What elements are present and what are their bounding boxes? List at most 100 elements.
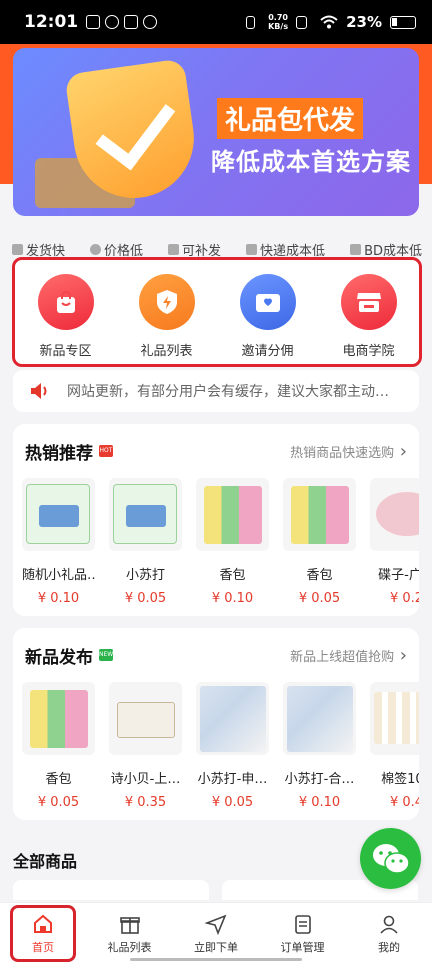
- tab-order-management[interactable]: 订单管理: [262, 903, 344, 964]
- notice-text: 网站更新，有部分用户会有缓存，建议大家都主动…: [67, 384, 389, 400]
- product-image: [22, 682, 95, 755]
- product-price: ¥ 0.10: [211, 591, 254, 606]
- wechat-icon: [372, 843, 410, 874]
- tab-order-now[interactable]: 立即下单: [175, 903, 257, 964]
- new-section-title: 新品发布: [25, 647, 93, 668]
- banner-subtitle: 降低成本首选方案: [211, 148, 411, 176]
- product-name: 随机小礼品…: [22, 568, 95, 583]
- all-products-title: 全部商品: [13, 852, 78, 871]
- quick-nav-label: 礼品列表: [140, 344, 193, 359]
- wechat-float-button[interactable]: [360, 828, 421, 889]
- notice-bar[interactable]: 网站更新，有部分用户会有缓存，建议大家都主动…: [13, 370, 419, 412]
- envelope-heart-icon: [239, 274, 296, 330]
- wechat-notification-icon: [105, 15, 120, 29]
- no-sim-icon: [296, 15, 308, 29]
- vibrate-icon: [246, 15, 256, 29]
- hot-section: 热销推荐 HOT 热销商品快速选购 随机小礼品… ¥ 0.10 小苏打 ¥ 0.…: [13, 424, 419, 616]
- product-card[interactable]: 香包 ¥ 0.10: [196, 478, 269, 606]
- product-price: ¥ 0.05: [298, 591, 341, 606]
- product-card[interactable]: 随机小礼品… ¥ 0.10: [22, 478, 95, 606]
- product-name: 棉签100: [381, 772, 419, 787]
- product-card[interactable]: 香包 ¥ 0.05: [283, 478, 356, 606]
- quick-nav-label: 新品专区: [39, 344, 92, 359]
- store-icon: [340, 274, 397, 330]
- rocket-icon: [246, 244, 258, 255]
- send-icon: [205, 914, 227, 935]
- new-section: 新品发布 NEW 新品上线超值抢购 香包 ¥ 0.05 诗小贝-上… ¥ 0.3…: [13, 628, 419, 820]
- product-card[interactable]: 香包 ¥ 0.05: [22, 682, 95, 810]
- quick-nav-gift-list[interactable]: 礼品列表: [122, 274, 212, 359]
- quick-nav-new-products[interactable]: 新品专区: [21, 274, 111, 359]
- quick-nav-academy[interactable]: 电商学院: [324, 274, 414, 359]
- product-name: 小苏打-申…: [197, 772, 268, 787]
- product-price: ¥ 0.2: [389, 591, 419, 606]
- product-card[interactable]: 小苏打-申… ¥ 0.05: [196, 682, 269, 810]
- tab-gift-list[interactable]: 礼品列表: [89, 903, 171, 964]
- product-card[interactable]: 小苏打 ¥ 0.05: [109, 478, 182, 606]
- product-image: [109, 478, 182, 551]
- product-name: 香包: [45, 772, 72, 787]
- banner-title: 礼品包代发: [217, 98, 364, 139]
- product-image: [22, 478, 95, 551]
- quick-nav-invite[interactable]: 邀请分佣: [223, 274, 313, 359]
- product-name: 香包: [306, 568, 333, 583]
- tab-label: 订单管理: [280, 940, 325, 954]
- hot-more-link[interactable]: 热销商品快速选购: [290, 441, 407, 462]
- database-icon: [350, 244, 362, 255]
- product-image: [283, 478, 356, 551]
- product-name: 诗小贝-上…: [110, 772, 181, 787]
- tab-label: 我的: [378, 940, 400, 954]
- product-image: [196, 682, 269, 755]
- new-product-list: 香包 ¥ 0.05 诗小贝-上… ¥ 0.35 小苏打-申… ¥ 0.05 小苏…: [13, 682, 419, 810]
- battery-icon: [390, 15, 416, 29]
- product-image: [283, 682, 356, 755]
- product-card[interactable]: 碟子-广州 ¥ 0.2: [370, 478, 419, 606]
- home-icon: [34, 914, 52, 933]
- promo-banner[interactable]: 礼品包代发 降低成本首选方案: [13, 48, 419, 216]
- network-speed-unit: KB/s: [268, 22, 289, 31]
- tab-profile[interactable]: 我的: [348, 903, 430, 964]
- product-image: [370, 682, 419, 755]
- product-price: ¥ 0.05: [211, 795, 254, 810]
- product-image: [370, 478, 419, 551]
- hot-section-title: 热销推荐: [25, 443, 93, 464]
- tab-home[interactable]: 首页: [10, 905, 76, 962]
- product-name: 香包: [219, 568, 246, 583]
- product-image: [196, 478, 269, 551]
- product-image: [109, 682, 182, 755]
- product-name: 碟子-广州: [378, 568, 419, 583]
- user-icon: [380, 915, 398, 934]
- quick-nav-label: 邀请分佣: [241, 344, 294, 359]
- new-badge: NEW: [99, 649, 113, 661]
- app-notification-icon: [86, 15, 101, 29]
- product-name: 小苏打: [125, 568, 165, 583]
- product-name: 小苏打-合…: [284, 772, 355, 787]
- hot-product-list: 随机小礼品… ¥ 0.10 小苏打 ¥ 0.05 香包 ¥ 0.10 香包 ¥ …: [13, 478, 419, 606]
- price-icon: [90, 244, 102, 255]
- new-more-link[interactable]: 新品上线超值抢购: [290, 645, 407, 666]
- product-price: ¥ 0.10: [37, 591, 80, 606]
- quick-nav: 新品专区 礼品列表 邀请分佣 电商学院: [12, 257, 422, 367]
- tag-icon: [168, 244, 180, 255]
- clipboard-icon: [294, 914, 311, 934]
- product-price: ¥ 0.05: [124, 591, 167, 606]
- wifi-icon: [320, 15, 338, 29]
- network-speed: 0.70 KB/s: [268, 13, 288, 31]
- shopping-bag-icon: [37, 274, 94, 330]
- tab-label: 立即下单: [194, 940, 238, 954]
- product-price: ¥ 0.10: [298, 795, 341, 810]
- tab-label: 礼品列表: [107, 940, 152, 954]
- battery-percent: 23%: [346, 13, 382, 31]
- status-bar: 12:01 0.70 KB/s 23%: [0, 0, 432, 44]
- speaker-icon: [31, 383, 47, 399]
- product-price: ¥ 0.05: [37, 795, 80, 810]
- product-grid-card[interactable]: [13, 880, 209, 900]
- new-section-header: 新品发布 NEW 新品上线超值抢购: [13, 628, 419, 682]
- calendar-notification-icon: [124, 15, 139, 29]
- hot-badge: HOT: [99, 445, 113, 457]
- product-card[interactable]: 诗小贝-上… ¥ 0.35: [109, 682, 182, 810]
- product-card[interactable]: 棉签100 ¥ 0.4: [370, 682, 419, 810]
- bottom-tab-bar: 首页 礼品列表 立即下单 订单管理 我的: [0, 902, 432, 964]
- status-time: 12:01: [24, 12, 79, 32]
- product-card[interactable]: 小苏打-合… ¥ 0.10: [283, 682, 356, 810]
